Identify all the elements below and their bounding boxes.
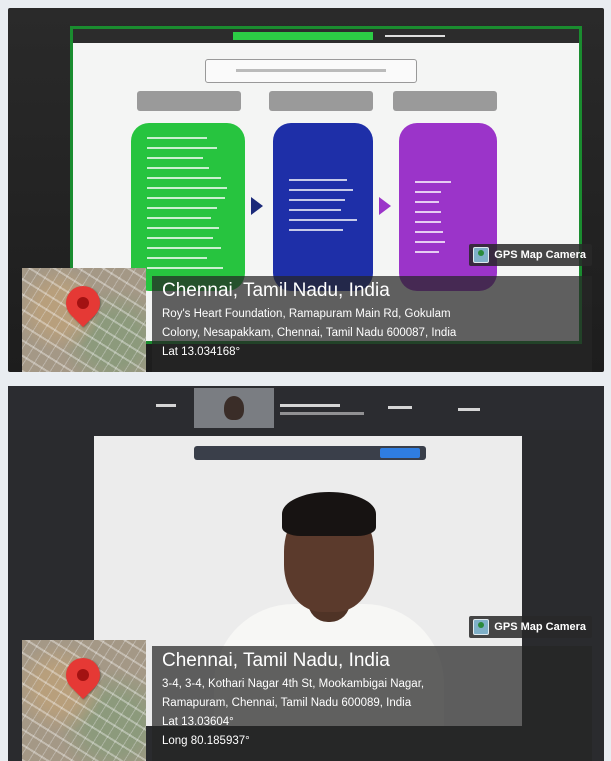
banner-action-button: [380, 448, 420, 458]
longitude: Long 80.185937°: [162, 735, 250, 747]
geotagged-photo-meeting: GPS Map Camera Chennai, Tamil Nadu, Indi…: [8, 386, 604, 761]
participant-thumbnail: [194, 388, 274, 428]
meeting-notification-banner: [194, 446, 426, 460]
location-info-panel: Chennai, Tamil Nadu, India 3-4, 3-4, Kot…: [152, 646, 592, 761]
location-city: Chennai, Tamil Nadu, India: [162, 280, 390, 301]
gps-badge-label: GPS Map Camera: [494, 621, 586, 633]
gps-badge-label: GPS Map Camera: [494, 249, 586, 261]
gps-map-camera-icon: [473, 619, 490, 635]
gps-map-camera-icon: [473, 247, 490, 263]
address-line-1: Roy's Heart Foundation, Ramapuram Main R…: [162, 308, 451, 320]
geotagged-photo-slide: GPS Map Camera Chennai, Tamil Nadu, Indi…: [8, 8, 604, 372]
slide-title-box: [205, 59, 417, 83]
slide-card-green: [131, 123, 245, 291]
meeting-status-bar: [233, 32, 373, 40]
arrow-icon: [379, 197, 391, 215]
location-map-thumbnail: [22, 268, 146, 372]
gps-map-camera-badge: GPS Map Camera: [469, 616, 592, 638]
screen-toolbar: [73, 29, 579, 43]
slide-heading-1: [137, 91, 241, 111]
latitude: Lat 13.03604°: [162, 716, 234, 728]
slide-card-blue: [273, 123, 373, 291]
location-city: Chennai, Tamil Nadu, India: [162, 650, 390, 671]
address-line-2: Ramapuram, Chennai, Tamil Nadu 600089, I…: [162, 697, 412, 709]
location-pin-icon: [58, 278, 108, 328]
location-info-panel: Chennai, Tamil Nadu, India Roy's Heart F…: [152, 276, 592, 372]
slide-heading-2: [269, 91, 373, 111]
address-line-2: Colony, Nesapakkam, Chennai, Tamil Nadu …: [162, 327, 457, 339]
slide-heading-3: [393, 91, 497, 111]
latitude: Lat 13.034168°: [162, 346, 241, 358]
gps-map-camera-badge: GPS Map Camera: [469, 244, 592, 266]
arrow-icon: [251, 197, 263, 215]
location-pin-icon: [58, 650, 108, 700]
location-map-thumbnail: [22, 640, 146, 761]
address-line-1: 3-4, 3-4, Kothari Nagar 4th St, Mookambi…: [162, 678, 425, 690]
meeting-top-bar: [8, 386, 604, 430]
